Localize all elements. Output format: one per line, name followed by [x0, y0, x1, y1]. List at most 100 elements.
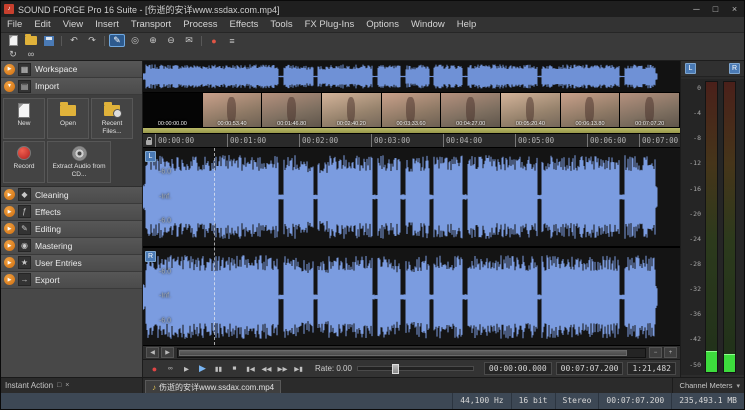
channel-right-button[interactable]: R — [145, 251, 156, 262]
expand-arrow-icon[interactable]: ▶ — [4, 189, 15, 200]
video-strip[interactable]: 00:00:00.00 00:00:53.40 00:01:46.80 00:0… — [143, 93, 680, 127]
video-frame[interactable]: 00:03:33.60 — [382, 93, 442, 127]
scroll-left-button[interactable]: ◀ — [146, 347, 159, 358]
sidebar-section-cleaning[interactable]: ▶ ◆ Cleaning — [1, 187, 142, 204]
meter-right-button[interactable]: R — [729, 63, 740, 74]
menu-edit[interactable]: Edit — [28, 17, 56, 33]
expand-arrow-icon[interactable]: ▶ — [4, 257, 15, 268]
close-button[interactable]: × — [725, 1, 744, 17]
go-to-end-button[interactable]: ▶▮ — [291, 362, 306, 375]
loop-playback-toolbar-button[interactable]: ∞ — [23, 48, 39, 61]
magnify-tool-button[interactable]: ◎ — [127, 34, 143, 47]
menu-effects[interactable]: Effects — [224, 17, 265, 33]
collapse-arrow-icon[interactable]: ▼ — [4, 81, 15, 92]
stop-button[interactable]: ■ — [227, 362, 242, 375]
minimize-button[interactable]: ─ — [687, 1, 706, 17]
chevron-down-icon[interactable]: ▾ — [736, 382, 740, 390]
menu-file[interactable]: File — [1, 17, 28, 33]
zoom-in-button[interactable]: ⊕ — [145, 34, 161, 47]
edit-tool-button[interactable]: ✎ — [109, 34, 125, 47]
save-button[interactable] — [41, 34, 57, 47]
window-position-icon[interactable]: □ — [57, 382, 61, 389]
waveform-left[interactable] — [143, 148, 680, 246]
video-frame[interactable]: 00:02:40.20 — [322, 93, 382, 127]
channel-right[interactable]: R -6.0 -Inf. -6.0 — [143, 248, 680, 346]
event-tool-button[interactable]: ≡ — [224, 34, 240, 47]
scroll-right-button[interactable]: ▶ — [161, 347, 174, 358]
rate-slider-handle[interactable] — [392, 364, 399, 374]
sidebar-section-user-entries[interactable]: ▶ ★ User Entries — [1, 255, 142, 272]
menu-transport[interactable]: Transport — [125, 17, 177, 33]
expand-arrow-icon[interactable]: ▶ — [4, 64, 15, 75]
total-length-display[interactable]: 00:07:07.200 — [556, 362, 624, 375]
menu-options[interactable]: Options — [360, 17, 405, 33]
undo-button[interactable]: ↶ — [66, 34, 82, 47]
meter-left-button[interactable]: L — [685, 63, 696, 74]
new-file-button[interactable] — [5, 34, 21, 47]
import-open-button[interactable]: Open — [47, 98, 89, 139]
sidebar-section-effects[interactable]: ▶ ƒ Effects — [1, 204, 142, 221]
overview-waveform[interactable] — [143, 62, 680, 91]
title-bar[interactable]: ♪ SOUND FORGE Pro 16 Suite - [伤逝的安详www.s… — [1, 1, 744, 17]
expand-arrow-icon[interactable]: ▶ — [4, 206, 15, 217]
zoom-out-time-button[interactable]: − — [649, 347, 662, 358]
channel-left[interactable]: L -6.0 -Inf. -6.0 — [143, 148, 680, 246]
sidebar-section-editing[interactable]: ▶ ✎ Editing — [1, 221, 142, 238]
expand-arrow-icon[interactable]: ▶ — [4, 274, 15, 285]
expand-arrow-icon[interactable]: ▶ — [4, 223, 15, 234]
waveform-right[interactable] — [143, 248, 680, 346]
import-recent-files-button[interactable]: Recent Files... — [91, 98, 133, 139]
loop-playback-button[interactable]: ∞ — [163, 362, 178, 375]
channel-left-button[interactable]: L — [145, 151, 156, 162]
sidebar-section-export[interactable]: ▶ → Export — [1, 272, 142, 289]
refresh-button[interactable]: ↻ — [5, 48, 21, 61]
zoom-in-time-button[interactable]: + — [664, 347, 677, 358]
menu-view[interactable]: View — [57, 17, 89, 33]
redo-button[interactable]: ↷ — [84, 34, 100, 47]
zoom-out-button[interactable]: ⊖ — [163, 34, 179, 47]
scrollbar-track[interactable] — [177, 348, 646, 358]
waveform-area[interactable]: L -6.0 -Inf. -6.0 R -6.0 -Inf. -6.0 — [143, 148, 680, 345]
meter-body[interactable]: 0 -4 -8 -12 -16 -20 -24 -28 -32 -36 -42 … — [681, 79, 744, 375]
maximize-button[interactable]: □ — [706, 1, 725, 17]
loop-region-bar[interactable] — [143, 127, 680, 134]
sidebar-section-workspace[interactable]: ▶ ▦ Workspace — [1, 61, 142, 78]
forward-button[interactable]: ▶▶ — [275, 362, 290, 375]
menu-insert[interactable]: Insert — [89, 17, 125, 33]
go-to-start-button[interactable]: ▮◀ — [243, 362, 258, 375]
sidebar-section-mastering[interactable]: ▶ ◉ Mastering — [1, 238, 142, 255]
menu-process[interactable]: Process — [177, 17, 223, 33]
video-frame[interactable]: 00:07:07.20 — [620, 93, 680, 127]
expand-arrow-icon[interactable]: ▶ — [4, 240, 15, 251]
menu-tools[interactable]: Tools — [264, 17, 298, 33]
import-extract-cd-button[interactable]: Extract Audio from CD... — [47, 141, 111, 182]
waveform-overview[interactable] — [143, 61, 680, 93]
menu-fx-plugins[interactable]: FX Plug-Ins — [299, 17, 361, 33]
import-new-button[interactable]: New — [3, 98, 45, 139]
open-file-button[interactable] — [23, 34, 39, 47]
rate-slider[interactable] — [357, 366, 474, 371]
close-panel-icon[interactable]: × — [65, 382, 69, 389]
video-frame[interactable]: 00:00:53.40 — [203, 93, 263, 127]
play-button[interactable]: ▶ — [195, 362, 210, 375]
rewind-button[interactable]: ◀◀ — [259, 362, 274, 375]
pause-button[interactable]: ▮▮ — [211, 362, 226, 375]
channel-meters-tab[interactable]: Channel Meters ▾ — [672, 378, 744, 393]
video-frame[interactable]: 00:00:00.00 — [143, 93, 203, 127]
sidebar-section-import[interactable]: ▼ ▤ Import — [1, 78, 142, 95]
playback-cursor[interactable] — [214, 148, 215, 345]
video-frame[interactable]: 00:01:46.80 — [262, 93, 322, 127]
video-frame[interactable]: 00:05:20.40 — [501, 93, 561, 127]
envelope-tool-button[interactable]: ✉ — [181, 34, 197, 47]
video-frame[interactable]: 00:04:27.00 — [441, 93, 501, 127]
menu-help[interactable]: Help — [451, 17, 483, 33]
instant-action-tab[interactable]: Instant Action □ × — [1, 378, 143, 393]
scrollbar-thumb[interactable] — [179, 350, 627, 356]
menu-window[interactable]: Window — [405, 17, 451, 33]
import-record-button[interactable]: Record — [3, 141, 45, 182]
video-frame[interactable]: 00:06:13.80 — [561, 93, 621, 127]
selection-length-display[interactable]: 1:21,482 — [627, 362, 676, 375]
time-ruler[interactable]: 00:00:00 00:01:00 00:02:00 00:03:00 00:0… — [143, 134, 680, 148]
horizontal-scrollbar[interactable]: ◀ ▶ − + — [143, 345, 680, 359]
record-button[interactable]: ● — [147, 362, 162, 375]
